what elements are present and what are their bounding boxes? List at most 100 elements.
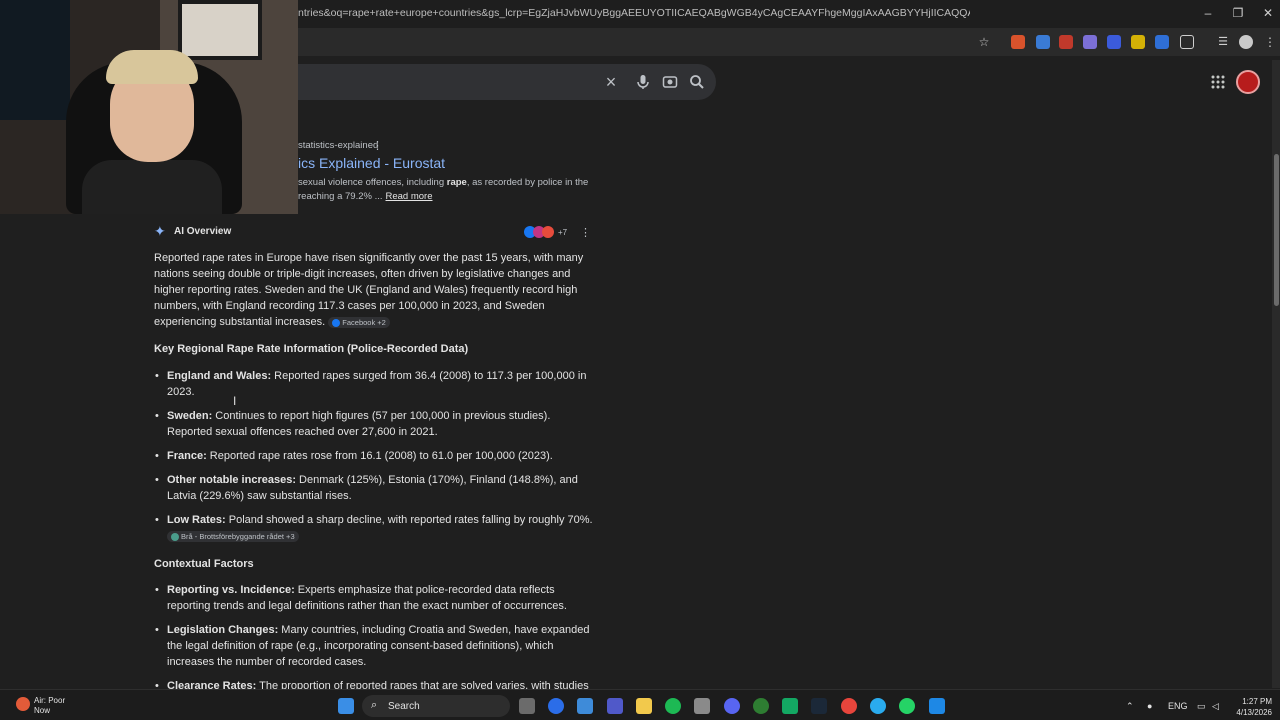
list-item: France: Reported rape rates rose from 16… [154,448,594,464]
browser-menu-icon[interactable]: ⋮ [1263,35,1277,49]
extension-icon[interactable] [1107,35,1121,49]
extension-icon[interactable] [1036,35,1050,49]
list-item: England and Wales: Reported rapes surged… [154,368,594,400]
snippet-keyword: rape [446,177,467,188]
gemini-sparkle-icon: ✦ [154,223,166,239]
teams-app-icon[interactable] [607,698,623,714]
item-label: Sweden: [167,410,213,422]
maximize-button[interactable]: ❐ [1223,6,1253,20]
webcam-window-bg [0,0,70,120]
bookmark-star-icon[interactable]: ☆ [977,35,991,49]
item-text: Reported rape rates rose from 16.1 (2008… [206,450,553,462]
zoom-app-icon[interactable] [548,698,564,714]
ai-overview-label: AI Overview [174,226,232,237]
start-windows-icon[interactable] [338,698,354,714]
ai-overview-menu-icon[interactable]: ⋮ [580,226,591,239]
context-factors-list: Reporting vs. Incidence: Experts emphasi… [154,582,594,702]
clear-search-icon[interactable]: × [602,73,620,91]
air-quality-icon[interactable] [16,697,30,711]
clock-time: 1:27 PM [1242,697,1272,706]
url-text[interactable]: ntries&oq=rape+rate+europe+countries&gs_… [298,7,970,19]
spotify-app-icon[interactable] [665,698,681,714]
source-icon [542,226,554,238]
section-heading: Key Regional Rape Rate Information (Poli… [154,343,469,355]
search-icon[interactable] [688,73,706,91]
read-more-link[interactable]: Read more [386,191,433,202]
snippet-text: , as recorded by police in the [466,177,589,188]
file-explorer-icon[interactable] [636,698,652,714]
steam-app-icon[interactable] [811,698,827,714]
item-label: France: [167,450,207,462]
copilot-app-icon[interactable] [577,698,593,714]
list-item: Other notable increases: Denmark (125%),… [154,472,594,504]
text-cursor: I [233,394,237,408]
list-item: Reporting vs. Incidence: Experts emphasi… [154,582,594,614]
item-text: Continues to report high figures (57 per… [167,410,551,438]
lens-camera-icon[interactable] [661,73,679,91]
reading-list-icon[interactable]: ☰ [1216,35,1230,49]
bra-icon [171,532,179,541]
result-more-icon[interactable]: ⋮ [372,139,383,152]
item-label: Low Rates: [167,514,226,526]
list-item: Low Rates: Poland showed a sharp decline… [154,512,594,544]
source-chip[interactable]: Brå - Brottsförebyggande rådet +3 [167,530,299,542]
regional-rates-list: England and Wales: Reported rapes surged… [154,368,594,552]
extension-icon[interactable] [1011,35,1025,49]
browser-profile-icon[interactable] [1239,35,1253,49]
chip-label: Facebook +2 [342,317,386,327]
chip-label: Brå - Brottsförebyggande rådet +3 [181,531,295,541]
network-icon[interactable]: ▭ [1197,701,1206,712]
task-view-icon[interactable] [519,698,535,714]
snippet-text: sexual violence offences, including [298,177,447,188]
minimize-button[interactable]: – [1193,6,1223,20]
scrollbar-thumb[interactable] [1274,154,1279,306]
microphone-icon[interactable] [634,73,652,91]
discord-app-icon[interactable] [724,698,740,714]
tray-overflow-icon[interactable]: ⌃ [1126,701,1134,712]
weather-sub: Now [34,706,51,715]
extension-icon[interactable] [1131,35,1145,49]
taskbar-search[interactable] [362,695,510,717]
close-window-button[interactable]: ✕ [1253,6,1280,20]
account-avatar[interactable] [1236,70,1260,94]
screen: – ❐ ✕ ntries&oq=rape+rate+europe+countri… [0,0,1280,720]
app-icon[interactable] [929,698,945,714]
snippet-text: reaching a 79.2% ... [298,191,383,202]
extension-icon[interactable] [1059,35,1073,49]
volume-icon[interactable]: ◁ [1212,701,1219,712]
section-heading: Contextual Factors [154,558,254,570]
item-label: England and Wales: [167,370,272,382]
whatsapp-app-icon[interactable] [899,698,915,714]
search-icon: ⌕ [371,699,378,711]
extension-icon[interactable] [1083,35,1097,49]
microphone-tray-icon[interactable]: ● [1147,701,1152,711]
sources-count[interactable]: +7 [558,228,567,237]
app-icon[interactable] [782,698,798,714]
list-item: Sweden: Continues to report high figures… [154,408,594,440]
taskbar-search-label: Search [388,701,420,712]
item-label: Reporting vs. Incidence: [167,584,295,596]
result-cite: statistics-explained [298,140,379,151]
weather-title: Air: Poor [34,696,66,705]
extension-icon[interactable] [1155,35,1169,49]
list-item: Legislation Changes: Many countries, inc… [154,622,594,670]
webcam-picture-frame [178,0,262,60]
app-icon[interactable] [694,698,710,714]
telegram-app-icon[interactable] [870,698,886,714]
facebook-icon [332,318,341,327]
taskbar-clock[interactable]: 1:27 PM 4/13/2026 [1230,696,1272,718]
ai-overview-intro: Reported rape rates in Europe have risen… [154,250,590,330]
input-language[interactable]: ENG [1168,701,1188,711]
webcam-hair [106,50,198,84]
webcam-overlay [0,0,298,214]
app-icon[interactable] [753,698,769,714]
google-apps-icon[interactable] [1210,74,1226,90]
item-text: Poland showed a sharp decline, with repo… [225,514,593,526]
clock-date: 4/13/2026 [1236,708,1272,717]
result-title-link[interactable]: ics Explained - Eurostat [298,155,445,171]
source-chip[interactable]: Facebook +2 [328,316,390,328]
item-label: Legislation Changes: [167,624,279,636]
chrome-app-icon[interactable] [841,698,857,714]
extensions-puzzle-icon[interactable] [1180,35,1194,49]
weather-widget[interactable]: Air: Poor Now [34,696,65,716]
